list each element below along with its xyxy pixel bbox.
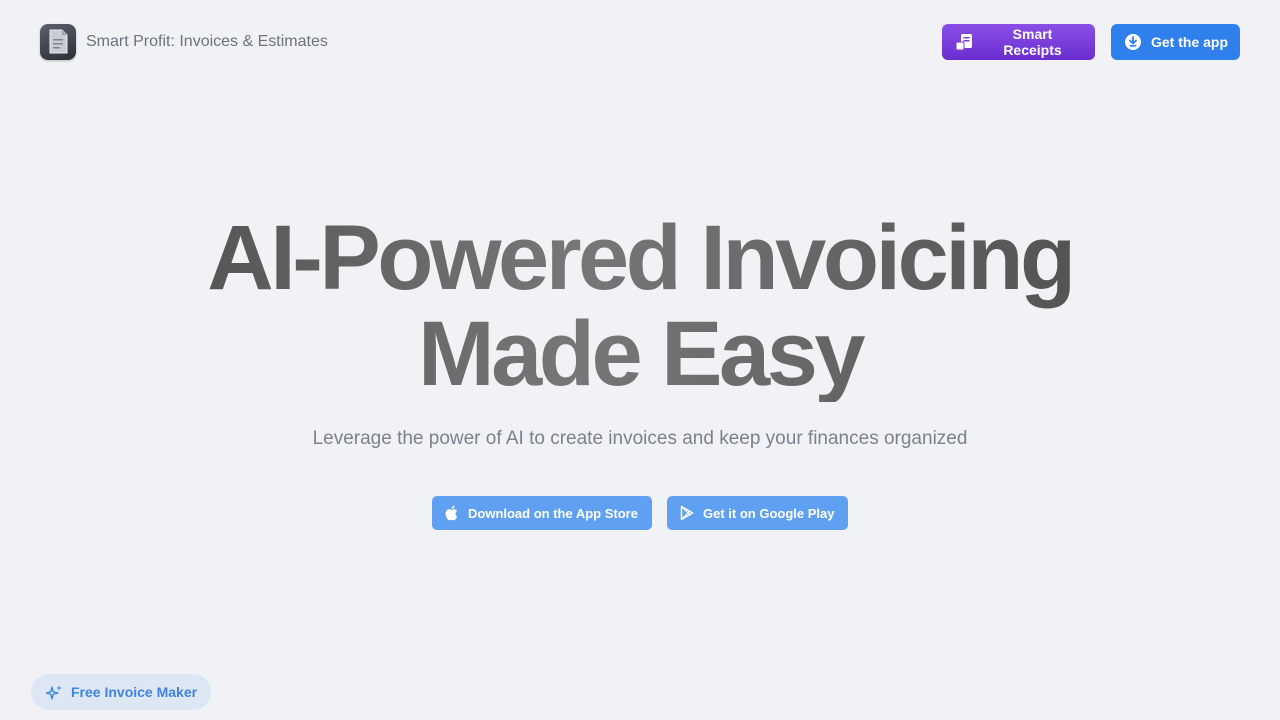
headline-line-1: AI-Powered Invoicing [207,207,1073,309]
landing-page: Smart Profit: Invoices & Estimates Smart… [0,0,1280,720]
smart-receipts-button[interactable]: Smart Receipts [942,24,1095,60]
sparkles-icon [46,684,62,700]
brand[interactable]: Smart Profit: Invoices & Estimates [40,24,328,60]
hero-section: AI-Powered Invoicing Made Easy Leverage … [0,210,1280,530]
subheadline: Leverage the power of AI to create invoi… [312,428,968,449]
app-name: Smart Profit: Invoices & Estimates [86,33,328,50]
google-play-icon [680,505,694,521]
download-circle-icon [1125,34,1141,50]
store-buttons: Download on the App Store Get it on Goog… [0,496,1280,530]
get-the-app-label: Get the app [1151,34,1229,50]
document-app-icon [40,24,76,60]
headline-line-2: Made Easy [417,303,863,405]
free-invoice-maker-button[interactable]: Free Invoice Maker [31,674,211,710]
header-actions: Smart Receipts Get the app [942,24,1240,60]
receipt-icon [955,34,972,51]
free-invoice-maker-label: Free Invoice Maker [71,684,198,700]
app-store-button[interactable]: Download on the App Store [432,496,652,530]
apple-icon [445,505,458,521]
smart-receipts-label: Smart Receipts [1003,26,1062,58]
header: Smart Profit: Invoices & Estimates Smart… [40,24,1240,60]
app-store-label: Download on the App Store [468,505,638,521]
google-play-button[interactable]: Get it on Google Play [667,496,848,530]
google-play-label: Get it on Google Play [703,505,835,521]
get-the-app-button[interactable]: Get the app [1111,24,1240,60]
headline: AI-Powered Invoicing Made Easy [0,210,1280,402]
